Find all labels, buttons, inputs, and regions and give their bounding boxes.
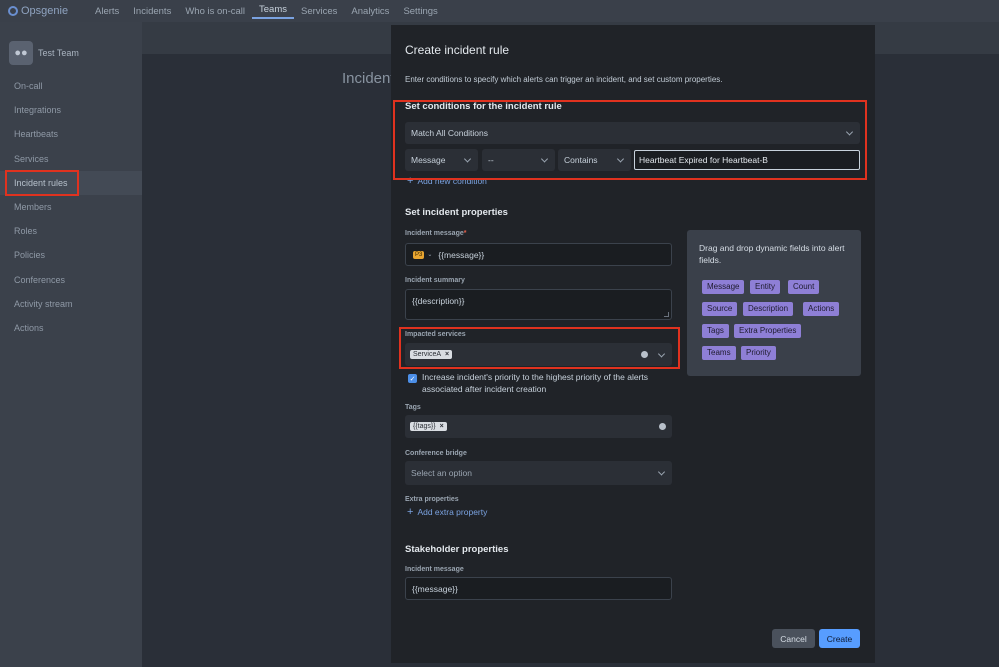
match-conditions-value: Match All Conditions <box>411 128 489 138</box>
opsgenie-logo[interactable]: Opsgenie <box>0 5 88 17</box>
modal-title: Create incident rule <box>405 43 510 57</box>
service-tag-label: ServiceA <box>413 351 442 358</box>
incident-summary-textarea[interactable]: {{description}} <box>405 289 672 320</box>
clear-icon[interactable] <box>641 351 648 358</box>
plus-icon: + <box>407 175 414 187</box>
resize-handle-icon[interactable] <box>664 312 669 317</box>
remove-tag-icon[interactable]: × <box>440 423 444 430</box>
dynamic-fields-panel: Drag and drop dynamic fields into alert … <box>687 230 861 376</box>
sidebar-item-members[interactable]: Members <box>0 195 142 219</box>
condition-operator-select[interactable]: Contains <box>558 149 631 171</box>
chevron-down-icon <box>463 155 472 163</box>
brand-name: Opsgenie <box>21 5 69 17</box>
stakeholder-message-input[interactable]: {{message}} <box>405 577 672 600</box>
nav-teams[interactable]: Teams <box>252 4 294 19</box>
opsgenie-logo-icon <box>8 6 18 16</box>
match-conditions-select[interactable]: Match All Conditions <box>405 122 860 144</box>
conference-bridge-select[interactable]: Select an option <box>405 461 672 485</box>
team-sidebar: ●● Test Team On-call Integrations Heartb… <box>0 22 142 667</box>
sidebar-item-roles[interactable]: Roles <box>0 219 142 243</box>
page-title: Incident <box>342 70 395 87</box>
add-new-condition-link[interactable]: + Add new condition <box>407 175 487 187</box>
incident-summary-value: {{description}} <box>412 296 465 306</box>
team-name: Test Team <box>38 48 79 58</box>
dynamic-field-chip[interactable]: Actions <box>803 302 840 316</box>
chevron-down-icon <box>540 155 549 163</box>
tags-input[interactable]: {{tags}} × <box>405 415 672 438</box>
condition-not-select[interactable]: -- <box>482 149 555 171</box>
add-new-condition-label: Add new condition <box>417 176 487 186</box>
sidebar-item-policies[interactable]: Policies <box>0 243 142 267</box>
stakeholder-message-value: {{message}} <box>412 583 458 594</box>
condition-field-select[interactable]: Message <box>405 149 478 171</box>
sidebar-item-heartbeats[interactable]: Heartbeats <box>0 122 142 146</box>
incident-message-label-text: Incident message <box>405 230 464 237</box>
conditions-section-title: Set conditions for the incident rule <box>405 101 562 112</box>
plus-icon: + <box>407 506 414 518</box>
chevron-down-icon <box>616 155 625 163</box>
dynamic-field-chip[interactable]: Count <box>788 280 820 294</box>
conference-bridge-label: Conference bridge <box>405 450 467 457</box>
dynamic-field-chip[interactable]: Tags <box>702 324 729 338</box>
condition-value-input[interactable]: Heartbeat Expired for Heartbeat-B <box>634 150 860 170</box>
sidebar-item-on-call[interactable]: On-call <box>0 74 142 98</box>
sidebar-item-actions[interactable]: Actions <box>0 316 142 340</box>
impacted-services-label: Impacted services <box>405 331 466 338</box>
nav-who-is-on-call[interactable]: Who is on-call <box>178 6 252 17</box>
conference-bridge-placeholder: Select an option <box>411 468 472 478</box>
nav-services[interactable]: Services <box>294 6 344 17</box>
priority-p3-badge[interactable]: P3 <box>413 250 425 259</box>
add-extra-property-link[interactable]: + Add extra property <box>407 506 487 518</box>
sidebar-item-services[interactable]: Services <box>0 147 142 171</box>
cancel-button[interactable]: Cancel <box>772 629 815 648</box>
service-tag: ServiceA × <box>410 350 453 359</box>
dynamic-field-chip[interactable]: Source <box>702 302 738 316</box>
tag-chip: {{tags}} × <box>410 422 447 431</box>
create-button[interactable]: Create <box>819 629 860 648</box>
dynamic-field-chip[interactable]: Message <box>702 280 745 294</box>
incident-message-label: Incident message* <box>405 230 467 237</box>
impacted-services-select[interactable]: ServiceA × <box>405 343 672 366</box>
sidebar-item-conferences[interactable]: Conferences <box>0 268 142 292</box>
team-avatar-icon: ●● <box>9 41 33 65</box>
incident-summary-label: Incident summary <box>405 277 465 284</box>
properties-section-title: Set incident properties <box>405 207 508 218</box>
tags-label: Tags <box>405 404 421 411</box>
incident-message-input[interactable]: P3 ⌄ {{message}} <box>405 243 672 266</box>
chevron-down-icon <box>845 128 854 136</box>
dynamic-field-chip[interactable]: Description <box>743 302 794 316</box>
tag-chip-label: {{tags}} <box>413 423 436 430</box>
condition-operator-value: Contains <box>564 155 598 165</box>
nav-analytics[interactable]: Analytics <box>344 6 396 17</box>
clear-icon[interactable] <box>659 423 666 430</box>
stakeholder-section-title: Stakeholder properties <box>405 544 509 555</box>
dynamic-field-chip[interactable]: Teams <box>702 346 736 360</box>
remove-tag-icon[interactable]: × <box>445 351 449 358</box>
stakeholder-message-label: Incident message <box>405 566 464 573</box>
top-navigation: Opsgenie Alerts Incidents Who is on-call… <box>0 0 999 22</box>
dynamic-field-chip[interactable]: Priority <box>741 346 776 360</box>
chevron-down-icon[interactable]: ⌄ <box>427 251 432 258</box>
dynamic-field-chip[interactable]: Extra Properties <box>734 324 802 338</box>
condition-field-value: Message <box>411 155 446 165</box>
sidebar-item-incident-rules[interactable]: Incident rules <box>0 170 142 195</box>
modal-description: Enter conditions to specify which alerts… <box>405 75 723 84</box>
nav-settings[interactable]: Settings <box>396 6 444 17</box>
sidebar-item-integrations[interactable]: Integrations <box>0 98 142 122</box>
nav-alerts[interactable]: Alerts <box>88 6 126 17</box>
priority-checkbox-label: Increase incident's priority to the high… <box>422 372 649 394</box>
dynamic-field-chip[interactable]: Entity <box>750 280 781 294</box>
condition-not-value: -- <box>488 155 494 165</box>
add-extra-property-label: Add extra property <box>417 507 488 517</box>
dynamic-fields-instructions: Drag and drop dynamic fields into alert … <box>699 243 845 265</box>
team-header: ●● Test Team <box>0 22 142 68</box>
extra-properties-label: Extra properties <box>405 496 459 503</box>
nav-incidents[interactable]: Incidents <box>126 6 178 17</box>
chevron-down-icon <box>657 349 666 358</box>
sidebar-item-activity-stream[interactable]: Activity stream <box>0 292 142 316</box>
incident-message-value: {{message}} <box>438 249 485 260</box>
chevron-down-icon <box>657 468 666 476</box>
priority-checkbox[interactable]: ✓ <box>408 374 417 383</box>
